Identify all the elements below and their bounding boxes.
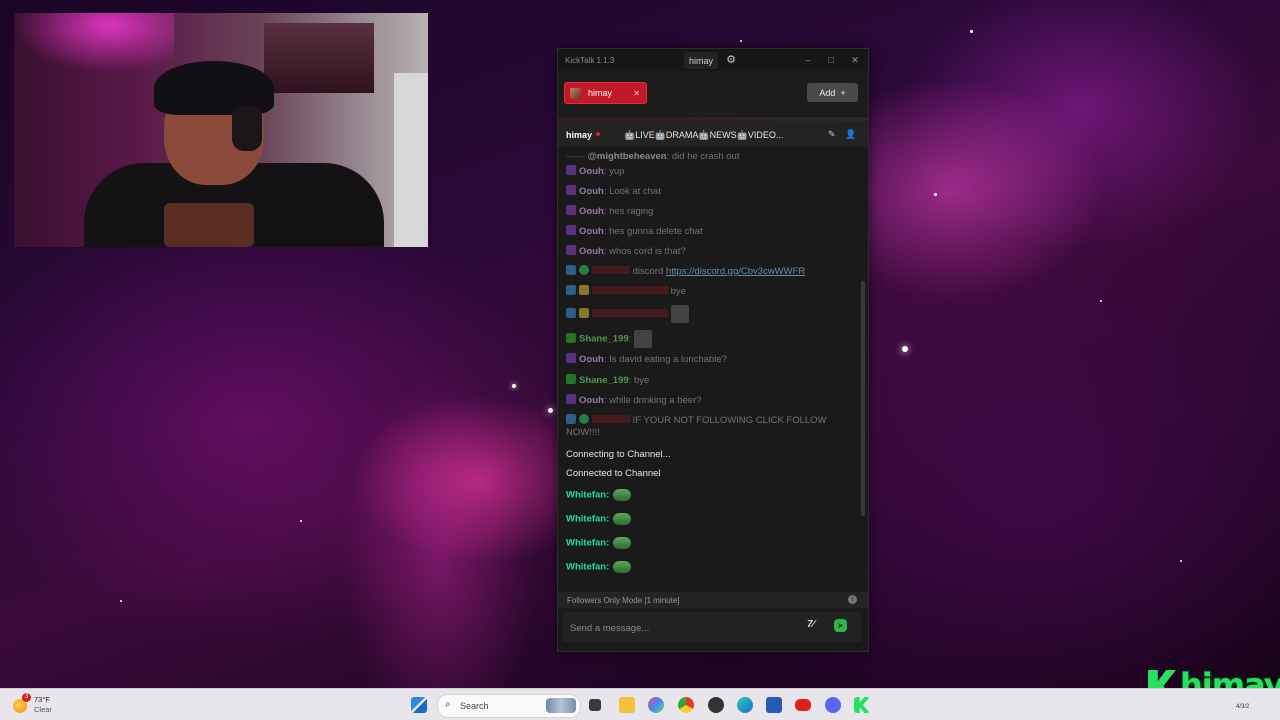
- copilot-icon[interactable]: [648, 697, 664, 713]
- search-label: Search: [460, 701, 489, 711]
- list-item: IF YOUR NOT FOLLOWING CLICK FOLLOW NOW!!!…: [566, 414, 827, 438]
- list-item: bye: [566, 285, 851, 298]
- store-icon[interactable]: [766, 697, 782, 713]
- badge-icon: [566, 332, 576, 343]
- discord-link[interactable]: https://discord.gg/Cbv3cwWWFR: [666, 266, 805, 277]
- chat-window: KickTalk 1.1.3 himay ⚙ – □ ✕ himay ✕ Add…: [557, 48, 869, 652]
- discord-icon[interactable]: [825, 697, 841, 713]
- badge-icon: [566, 245, 576, 255]
- channel-tabs: himay ✕ Add +: [558, 71, 868, 117]
- webcam-overlay: [14, 13, 428, 247]
- emote-picker-icon[interactable]: 7∕: [807, 619, 814, 630]
- pepe-emote-icon: [613, 537, 632, 549]
- list-item: Whitefan:: [566, 561, 851, 574]
- gear-icon[interactable]: ⚙: [724, 53, 738, 67]
- start-icon[interactable]: [411, 697, 427, 713]
- tab-label: himay: [588, 88, 613, 98]
- followers-mode-label: Followers Only Mode [1 minute]: [567, 596, 680, 605]
- list-item: discord https://discord.gg/Cbv3cwWWFR: [566, 265, 851, 278]
- search-icon: ⌕: [445, 699, 451, 710]
- add-channel-button[interactable]: Add +: [807, 83, 858, 102]
- title-bar[interactable]: KickTalk 1.1.3 himay ⚙ – □ ✕: [558, 49, 868, 71]
- badge-icon: [566, 374, 576, 384]
- list-item: Oouh: while drinking a beer?: [566, 394, 851, 407]
- badge-icon: [566, 205, 576, 215]
- user-icon[interactable]: 👤: [845, 129, 856, 140]
- emote-image: [633, 330, 652, 348]
- list-item: Whitefan:: [566, 489, 851, 502]
- system-message: Connecting to Channel...: [566, 449, 671, 460]
- chat-messages[interactable]: —— @mightbeheaven: did he crash out Oouh…: [558, 147, 860, 590]
- emote-image: [670, 305, 689, 323]
- list-item: Whitefan:: [566, 513, 851, 526]
- kick-icon[interactable]: [854, 697, 870, 713]
- chat-mode-bar: Followers Only Mode [1 minute] i: [558, 592, 868, 608]
- badge-icon: [566, 185, 576, 195]
- list-item: Oouh: Is david eating a lunchable?: [566, 353, 851, 366]
- chrome-icon[interactable]: [678, 697, 694, 713]
- file-explorer-icon[interactable]: [619, 697, 635, 713]
- pin-icon[interactable]: ✎: [828, 129, 836, 140]
- add-label: Add: [819, 87, 836, 98]
- plus-icon: +: [840, 87, 846, 98]
- pepe-emote-icon: [613, 489, 632, 501]
- list-item: [566, 305, 851, 323]
- app-title: KickTalk 1.1.3: [565, 56, 615, 65]
- user-button[interactable]: himay: [684, 52, 718, 69]
- weather-condition: Clear: [34, 705, 52, 714]
- tab-himay[interactable]: himay ✕: [564, 82, 647, 104]
- mod-badge-icon: [566, 307, 576, 318]
- info-icon[interactable]: i: [848, 595, 857, 604]
- mod-badge-icon: [566, 285, 576, 295]
- list-item: —— @mightbeheaven: did he crash out: [566, 151, 740, 162]
- channel-header: himay 🤖LIVE🤖DRAMA🤖NEWS🤖VIDEO... ✎ 👤: [558, 121, 868, 147]
- live-indicator: [596, 132, 600, 136]
- system-message: Connected to Channel: [566, 468, 661, 479]
- temperature[interactable]: 73°F: [34, 695, 50, 704]
- search-highlight-image: [546, 698, 576, 713]
- sub-badge-icon: [579, 307, 589, 318]
- verified-badge-icon: [579, 414, 589, 424]
- taskbar-search[interactable]: ⌕ Search: [437, 694, 581, 718]
- badge-icon: [566, 225, 576, 235]
- taskbar: 3 73°F Clear ⌕ Search 4/3/2: [0, 688, 1280, 720]
- mod-badge-icon: [566, 265, 576, 275]
- list-item: Whitefan:: [566, 537, 851, 550]
- list-item: Shane_199: bye: [566, 374, 851, 387]
- channel-name[interactable]: himay: [566, 130, 592, 140]
- badge-icon: [566, 394, 576, 404]
- minimize-icon[interactable]: –: [802, 54, 814, 66]
- pepe-emote-icon: [613, 561, 632, 573]
- youtube-icon[interactable]: [795, 699, 811, 711]
- list-item: Oouh: hes raging: [566, 205, 851, 218]
- task-view-icon[interactable]: [589, 699, 601, 711]
- verified-badge-icon: [579, 265, 589, 275]
- send-icon[interactable]: ➤: [834, 619, 847, 632]
- list-item: Shane_199:: [566, 330, 851, 348]
- maximize-icon[interactable]: □: [825, 54, 837, 66]
- sub-badge-icon: [579, 285, 589, 295]
- badge-icon: [566, 353, 576, 363]
- scrollbar[interactable]: [861, 281, 865, 516]
- list-item: Oouh: yup: [566, 165, 851, 178]
- close-icon[interactable]: ✕: [849, 54, 861, 66]
- message-composer: 7∕ ➤: [562, 612, 862, 642]
- list-item: Oouh: whos cord is that?: [566, 245, 851, 258]
- list-item: Oouh: hes gunna delete chat: [566, 225, 851, 238]
- message-input[interactable]: [568, 618, 797, 638]
- obs-icon[interactable]: [708, 697, 724, 713]
- pepe-emote-icon: [613, 513, 632, 525]
- edge-icon[interactable]: [737, 697, 753, 713]
- mod-badge-icon: [566, 414, 576, 424]
- badge-icon: [566, 165, 576, 175]
- avatar: [570, 87, 581, 99]
- tab-close-icon[interactable]: ✕: [633, 89, 640, 98]
- stream-title: 🤖LIVE🤖DRAMA🤖NEWS🤖VIDEO...: [624, 130, 784, 140]
- date[interactable]: 4/3/2: [1236, 704, 1249, 710]
- list-item: Oouh: Look at chat: [566, 185, 851, 198]
- notification-badge: 3: [22, 693, 31, 702]
